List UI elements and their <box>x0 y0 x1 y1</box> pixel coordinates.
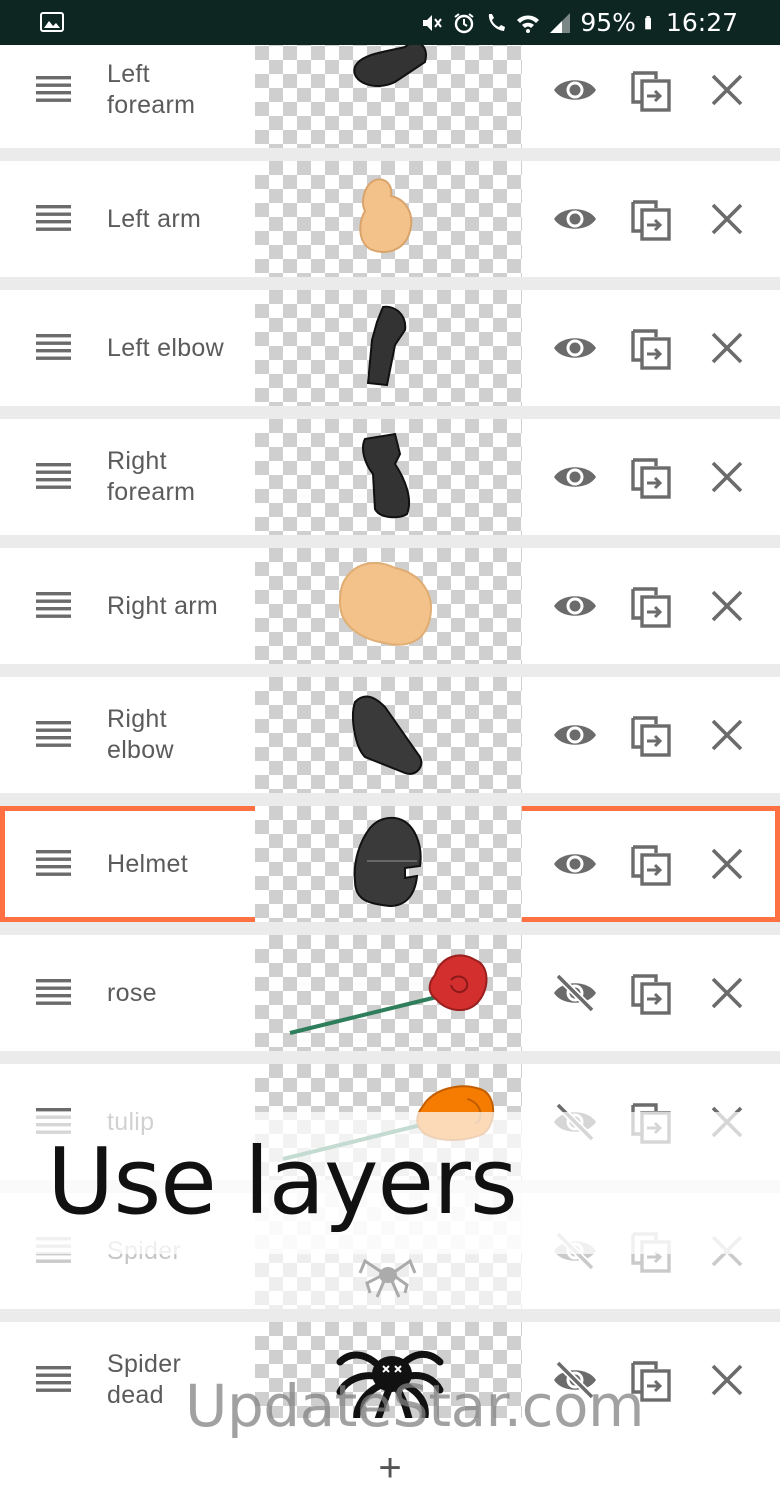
delete-layer-icon[interactable] <box>709 1362 745 1398</box>
duplicate-layer-icon[interactable] <box>630 455 672 499</box>
drag-handle-icon[interactable] <box>36 850 71 876</box>
delete-layer-icon[interactable] <box>709 72 745 108</box>
layer-thumbnail-art <box>362 432 411 519</box>
layer-name: Helmet <box>107 849 188 878</box>
layer-row[interactable]: Left arm <box>0 161 780 277</box>
layer-name: Right forearm <box>107 447 196 506</box>
layer-thumbnail-art <box>366 305 407 387</box>
mute-icon <box>423 14 443 31</box>
layer-thumbnail[interactable] <box>255 419 522 535</box>
layer-name: Left arm <box>107 204 202 233</box>
battery-icon <box>645 15 651 29</box>
layer-row[interactable]: Right elbow <box>0 677 780 793</box>
battery-percent: 95% <box>580 8 636 37</box>
layer-row[interactable]: rose <box>0 935 780 1051</box>
drag-handle-icon[interactable] <box>36 979 71 1005</box>
layer-thumbnail[interactable] <box>255 677 522 793</box>
layer-thumbnail[interactable] <box>255 32 522 148</box>
layer-thumbnail-art <box>353 816 422 908</box>
visibility-eye-icon[interactable] <box>552 715 598 755</box>
layer-thumbnail[interactable] <box>255 935 522 1051</box>
layer-row[interactable]: Helmet <box>0 806 780 922</box>
drag-handle-icon[interactable] <box>36 1366 71 1392</box>
gallery-notification-icon <box>40 12 64 32</box>
delete-layer-icon[interactable] <box>709 717 745 753</box>
duplicate-layer-icon[interactable] <box>630 584 672 628</box>
drag-handle-icon[interactable] <box>36 334 71 360</box>
visibility-eye-icon[interactable] <box>552 328 598 368</box>
delete-layer-icon[interactable] <box>709 459 745 495</box>
layer-name: Right arm <box>107 591 219 620</box>
layer-thumbnail-art <box>338 562 432 646</box>
add-layer-button[interactable]: + <box>360 1438 420 1498</box>
visibility-eye-icon[interactable] <box>552 199 598 239</box>
drag-handle-icon[interactable] <box>36 592 71 618</box>
layer-name: rose <box>107 978 157 1007</box>
delete-layer-icon[interactable] <box>709 201 745 237</box>
duplicate-layer-icon[interactable] <box>630 68 672 112</box>
layer-row[interactable]: Right forearm <box>0 419 780 535</box>
wifi-call-icon <box>489 13 506 31</box>
alarm-icon <box>454 12 474 33</box>
layer-thumbnail-art <box>353 41 427 87</box>
layer-thumbnail[interactable] <box>255 290 522 406</box>
layer-name: Right elbow <box>107 705 174 764</box>
duplicate-layer-icon[interactable] <box>630 842 672 886</box>
layer-thumbnail-art <box>289 954 488 1035</box>
layer-thumbnail-art <box>352 695 423 775</box>
watermark-text: UpdateStar.com <box>185 1372 644 1440</box>
duplicate-layer-icon[interactable] <box>630 197 672 241</box>
drag-handle-icon[interactable] <box>36 463 71 489</box>
visibility-hidden-eye-icon[interactable] <box>552 973 598 1013</box>
delete-layer-icon[interactable] <box>709 975 745 1011</box>
drag-handle-icon[interactable] <box>36 721 71 747</box>
status-bar: 95% 16:27 <box>0 0 780 45</box>
drag-handle-icon[interactable] <box>36 205 71 231</box>
wifi-icon <box>517 15 540 33</box>
visibility-eye-icon[interactable] <box>552 70 598 110</box>
app-screen: 95% 16:27 Left forearm Left arm Left elbow R… <box>0 0 780 1512</box>
layer-name: Left elbow <box>107 333 224 362</box>
delete-layer-icon[interactable] <box>709 330 745 366</box>
layer-thumbnail[interactable] <box>255 161 522 277</box>
layer-row[interactable]: Right arm <box>0 548 780 664</box>
duplicate-layer-icon[interactable] <box>630 713 672 757</box>
visibility-eye-icon[interactable] <box>552 457 598 497</box>
caption-text: Use layers <box>47 1128 518 1235</box>
duplicate-layer-icon[interactable] <box>630 326 672 370</box>
layer-thumbnail-art <box>359 178 413 253</box>
drag-handle-icon[interactable] <box>36 76 71 102</box>
layer-row[interactable]: Left elbow <box>0 290 780 406</box>
visibility-eye-icon[interactable] <box>552 844 598 884</box>
layer-thumbnail[interactable] <box>255 548 522 664</box>
duplicate-layer-icon[interactable] <box>630 971 672 1015</box>
delete-layer-icon[interactable] <box>709 846 745 882</box>
layer-row[interactable]: Left forearm <box>0 32 780 148</box>
clock: 16:27 <box>665 8 738 37</box>
signal-icon <box>550 12 571 33</box>
layer-thumbnail[interactable] <box>255 806 522 922</box>
layer-name: Left forearm <box>107 60 196 119</box>
visibility-eye-icon[interactable] <box>552 586 598 626</box>
delete-layer-icon[interactable] <box>709 588 745 624</box>
